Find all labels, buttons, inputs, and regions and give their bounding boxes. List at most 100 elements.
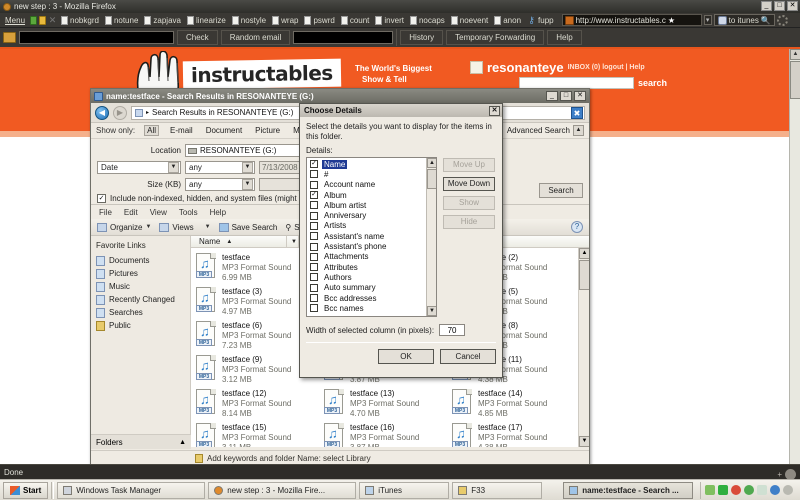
bookmark-nostyle[interactable]: nostyle (230, 15, 268, 25)
ok-button[interactable]: OK (378, 349, 434, 364)
taskbar-item-task-manager[interactable]: Windows Task Manager (57, 481, 206, 499)
history-button[interactable]: History (400, 30, 444, 45)
filter-all[interactable]: All (144, 125, 160, 136)
filter-email[interactable]: E-mail (168, 126, 195, 135)
random-email-button[interactable]: Random email (220, 30, 291, 45)
list-item[interactable]: Bcc names (309, 303, 436, 313)
bookmark-menu[interactable]: Menu (2, 16, 28, 25)
advanced-search-button[interactable]: Search (539, 183, 583, 198)
address-dropdown-icon[interactable]: ▾ (703, 15, 712, 25)
date-field-select[interactable]: Date ▼ (97, 161, 181, 174)
close-icon[interactable]: ✕ (48, 15, 57, 25)
antivirus-icon[interactable] (731, 485, 741, 495)
save-search-button[interactable]: Save Search (218, 222, 277, 232)
checkbox[interactable]: ✓ (310, 160, 318, 169)
menu-help[interactable]: Help (210, 208, 226, 217)
column-chooser-button[interactable]: ▼ (287, 236, 299, 248)
forward-button[interactable]: ▶ (113, 105, 127, 120)
cancel-button[interactable]: Cancel (440, 349, 496, 364)
username-label[interactable]: resonanteye (487, 60, 564, 75)
page-scrollbar[interactable]: ▲ (789, 49, 800, 464)
checkbox[interactable] (310, 170, 318, 179)
bookmark-wrap[interactable]: wrap (270, 15, 300, 25)
advanced-search-toggle[interactable]: Advanced Search ▲ (507, 125, 584, 136)
chevron-down-icon[interactable]: ▼ (242, 179, 253, 190)
list-item[interactable]: # (309, 169, 436, 179)
sidebar-item-documents[interactable]: Documents (96, 254, 190, 267)
avatar[interactable] (470, 61, 483, 74)
help-button[interactable]: Help (547, 30, 582, 45)
start-button[interactable]: Start (3, 481, 49, 499)
scroll-thumb[interactable] (579, 260, 589, 290)
menu-view[interactable]: View (150, 208, 167, 217)
bookmark-zapjava[interactable]: zapjava (142, 15, 183, 25)
move-up-button[interactable]: Move Up (443, 158, 495, 172)
checkbox[interactable] (310, 221, 318, 230)
bookmark-pswrd[interactable]: pswrd (302, 15, 336, 25)
filter-picture[interactable]: Picture (253, 126, 282, 135)
bookmark-fupp[interactable]: ⚷ fupp (525, 15, 556, 25)
maximize-button[interactable]: □ (774, 1, 785, 11)
clock-icon[interactable] (783, 485, 793, 495)
globe-icon[interactable] (744, 485, 754, 495)
secondary-email-field[interactable] (293, 31, 394, 44)
scroll-down-button[interactable]: ▼ (579, 436, 589, 447)
battery-icon[interactable] (757, 485, 767, 495)
scroll-down-button[interactable]: ▼ (427, 306, 436, 316)
site-search-button[interactable]: search (638, 78, 667, 88)
chevron-down-icon[interactable]: ▼ (242, 162, 253, 173)
search-icon[interactable]: ✖ (571, 106, 583, 119)
checkbox[interactable] (310, 232, 318, 241)
explorer-search-input[interactable]: ✖ (500, 105, 585, 120)
filter-document[interactable]: Document (204, 126, 244, 135)
sidebar-item-recently-changed[interactable]: Recently Changed (96, 293, 190, 306)
bookmark-linearize[interactable]: linearize (185, 15, 228, 25)
sidebar-item-music[interactable]: Music (96, 280, 190, 293)
list-item[interactable]: Authors (309, 272, 436, 282)
itunes-search-box[interactable]: to itunes 🔍 (713, 14, 775, 26)
close-button[interactable]: ✕ (489, 105, 500, 116)
scroll-up-button[interactable]: ▲ (790, 49, 800, 60)
check-button[interactable]: Check (177, 30, 218, 45)
green-square-icon[interactable] (718, 485, 728, 495)
checkbox[interactable] (310, 283, 318, 292)
checkbox[interactable] (310, 304, 318, 313)
include-nonindexed-checkbox[interactable]: ✓ (97, 194, 106, 203)
list-item[interactable]: ♫ MP3 testface (12) MP3 Format Sound 8.1… (195, 387, 323, 421)
close-button[interactable]: ✕ (787, 1, 798, 11)
bookmark-noevent[interactable]: noevent (449, 15, 490, 25)
list-item[interactable]: ✓ Name (309, 159, 436, 169)
menu-tools[interactable]: Tools (179, 208, 198, 217)
list-item[interactable]: Album artist (309, 200, 436, 210)
scroll-up-button[interactable]: ▲ (579, 248, 589, 259)
scroll-up-button[interactable]: ▲ (427, 158, 436, 168)
show-button[interactable]: Show (443, 196, 495, 210)
taskbar-item-firefox[interactable]: new step : 3 - Mozilla Fire... (208, 481, 357, 499)
list-item[interactable]: ✓ Album (309, 190, 436, 200)
network-icon[interactable] (705, 485, 715, 495)
list-item[interactable]: Bcc addresses (309, 293, 436, 303)
list-item[interactable]: Auto summary (309, 283, 436, 293)
list-item[interactable]: Anniversary (309, 210, 436, 220)
sidebar-item-public[interactable]: Public (96, 319, 190, 332)
list-item[interactable]: Attributes (309, 262, 436, 272)
bookmark-anon[interactable]: anon (492, 15, 523, 25)
checkbox[interactable] (310, 273, 318, 282)
back-button[interactable]: ◀ (95, 105, 109, 120)
minimize-button[interactable]: _ (761, 1, 772, 11)
checkbox[interactable]: ✓ (310, 191, 318, 200)
scroll-thumb[interactable] (790, 61, 800, 99)
sidebar-item-pictures[interactable]: Pictures (96, 267, 190, 280)
list-item[interactable]: Artists (309, 221, 436, 231)
include-row[interactable]: ✓ Include non-indexed, hidden, and syste… (97, 194, 329, 203)
address-bar[interactable]: http://www.instructables.c ★ (561, 14, 702, 26)
download-icon[interactable] (30, 15, 38, 25)
bookmark-count[interactable]: count (339, 15, 372, 25)
taskbar-item-itunes[interactable]: iTunes (359, 481, 450, 499)
chevron-down-icon[interactable]: ▼ (168, 162, 179, 173)
list-item[interactable]: ♫ MP3 testface (17) MP3 Format Sound 4.3… (451, 421, 579, 447)
date-qualifier-select[interactable]: any ▼ (185, 161, 255, 174)
list-item[interactable]: Account name (309, 180, 436, 190)
instructables-wordmark[interactable]: instructables (182, 58, 341, 90)
move-down-button[interactable]: Move Down (443, 177, 495, 191)
